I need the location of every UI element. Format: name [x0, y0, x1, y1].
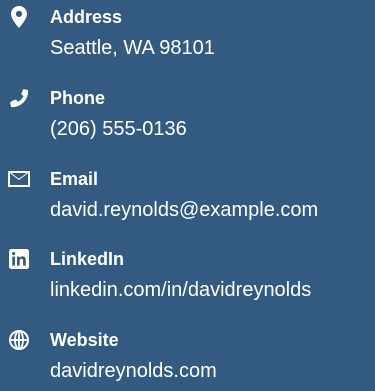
envelope-icon	[8, 168, 30, 190]
contact-item-phone: Phone (206) 555-0136	[0, 85, 375, 149]
contact-item-email: Email david.reynolds@example.com	[0, 166, 375, 230]
contact-item-website: Website davidreynolds.com	[0, 327, 375, 391]
map-marker-icon	[8, 6, 30, 28]
contact-item-address: Address Seattle, WA 98101	[0, 4, 375, 68]
linkedin-label: LinkedIn	[50, 249, 125, 269]
phone-label: Phone	[50, 88, 106, 108]
contact-item-linkedin: LinkedIn linkedin.com/in/davidreynolds	[0, 246, 375, 310]
globe-icon	[8, 329, 30, 351]
contact-list: Address Seattle, WA 98101 Phone (206) 55…	[0, 0, 375, 387]
linkedin-value[interactable]: linkedin.com/in/davidreynolds	[50, 276, 311, 304]
linkedin-icon	[8, 248, 30, 270]
email-label: Email	[50, 169, 99, 189]
website-label: Website	[50, 330, 119, 350]
address-label: Address	[50, 7, 123, 27]
phone-icon	[8, 87, 30, 109]
address-value: Seattle, WA 98101	[50, 37, 215, 59]
phone-value: (206) 555-0136	[50, 118, 187, 140]
website-value[interactable]: davidreynolds.com	[50, 357, 217, 385]
email-value[interactable]: david.reynolds@example.com	[50, 196, 318, 224]
